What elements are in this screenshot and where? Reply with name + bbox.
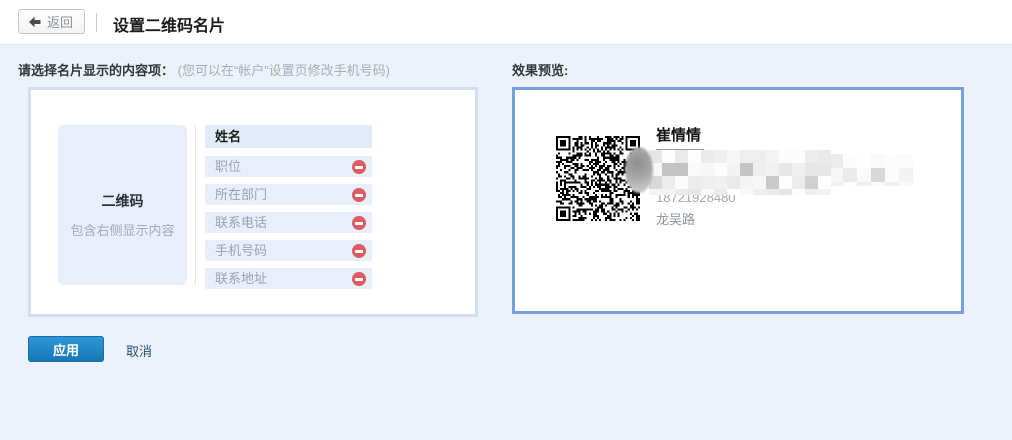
title-divider: [96, 13, 97, 32]
back-arrow-icon: [28, 16, 41, 28]
qr-placeholder-box: 二维码 包含右侧显示内容: [58, 125, 187, 285]
apply-button[interactable]: 应用: [28, 336, 104, 362]
page-title: 设置二维码名片: [113, 12, 225, 36]
field-row-label: 职位: [215, 159, 241, 174]
field-row-label: 姓名: [215, 129, 241, 144]
selector-instruction-note: (您可以在“帐户”设置页修改手机号码): [178, 63, 390, 78]
preview-label: 效果预览:: [512, 60, 568, 79]
field-row-label: 所在部门: [215, 187, 267, 202]
qr-placeholder-subtitle: 包含右侧显示内容: [58, 220, 187, 239]
card-address: 龙吴路: [656, 209, 695, 228]
field-selector-panel: 二维码 包含右侧显示内容 姓名职位所在部门联系电话手机号码联系地址: [28, 87, 478, 317]
cancel-link[interactable]: 取消: [126, 341, 152, 360]
selector-instruction-text: 请选择名片显示的内容项：: [18, 63, 174, 78]
field-row-label: 联系电话: [215, 215, 267, 230]
top-bar: 返回 设置二维码名片: [0, 0, 1012, 45]
field-row: 职位: [205, 156, 372, 177]
back-button[interactable]: 返回: [18, 9, 85, 34]
panel-vertical-divider: [195, 125, 196, 285]
field-row: 手机号码: [205, 240, 372, 261]
field-row-label: 联系地址: [215, 271, 267, 286]
privacy-blur-blob: [625, 147, 653, 193]
selector-instruction: 请选择名片显示的内容项： (您可以在“帐户”设置页修改手机号码): [18, 60, 390, 79]
remove-field-icon[interactable]: [352, 160, 366, 174]
remove-field-icon[interactable]: [352, 272, 366, 286]
field-row: 联系地址: [205, 268, 372, 289]
field-row: 所在部门: [205, 184, 372, 205]
qr-card-settings-page: 返回 设置二维码名片 请选择名片显示的内容项： (您可以在“帐户”设置页修改手机…: [0, 0, 1012, 440]
card-name: 崔情情: [656, 124, 701, 145]
field-row-label: 手机号码: [215, 243, 267, 258]
back-button-label: 返回: [47, 12, 73, 31]
remove-field-icon[interactable]: [352, 244, 366, 258]
remove-field-icon[interactable]: [352, 188, 366, 202]
privacy-blur-overlay: [649, 150, 831, 195]
qr-placeholder-title: 二维码: [58, 191, 187, 211]
field-row: 姓名: [205, 125, 372, 148]
remove-field-icon[interactable]: [352, 216, 366, 230]
preview-panel: 崔情情 18721928480 龙吴路: [512, 87, 964, 314]
field-list: 姓名职位所在部门联系电话手机号码联系地址: [205, 125, 372, 296]
field-row: 联系电话: [205, 212, 372, 233]
